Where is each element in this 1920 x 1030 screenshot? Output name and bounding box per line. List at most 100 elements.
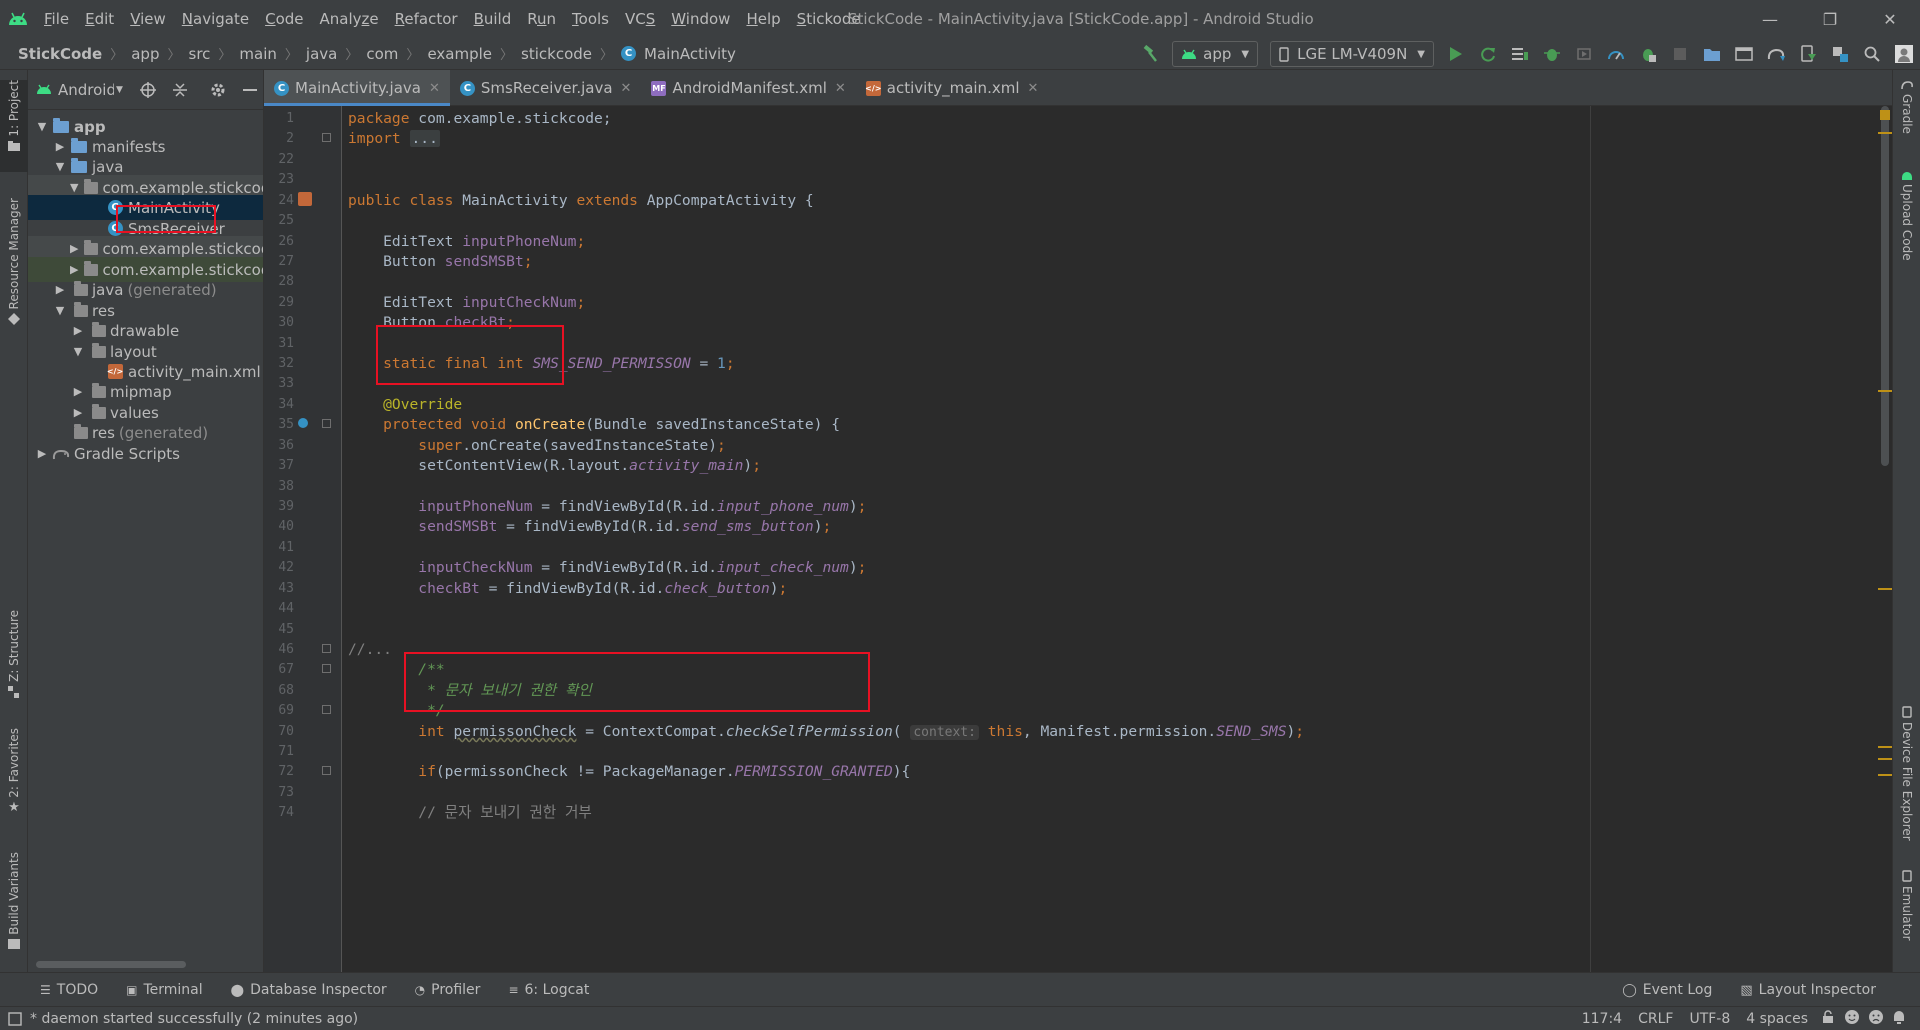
- expanded-arrow-icon[interactable]: ▼: [52, 304, 68, 317]
- debug-icon[interactable]: [1536, 38, 1568, 70]
- expanded-arrow-icon[interactable]: ▼: [70, 181, 78, 194]
- breadcrumb-item[interactable]: StickCode: [14, 45, 106, 63]
- code-line[interactable]: Button sendSMSBt;: [348, 249, 532, 274]
- expanded-arrow-icon[interactable]: ▼: [34, 120, 50, 133]
- locate-file-crosshair-icon[interactable]: [135, 77, 161, 103]
- search-icon[interactable]: [1856, 38, 1888, 70]
- collapse-all-icon[interactable]: [167, 77, 193, 103]
- bottom-tool-event-log[interactable]: ◯ Event Log: [1608, 982, 1726, 998]
- breadcrumb-item[interactable]: com: [362, 45, 402, 63]
- breadcrumb-item[interactable]: main: [235, 45, 280, 63]
- collapsed-arrow-icon[interactable]: ▶: [70, 385, 86, 398]
- breadcrumb-item[interactable]: example: [423, 45, 496, 63]
- code-editor[interactable]: 1 2 22 23 24 25 26 27 28 29 30 31 32 33 34 35 36 37 38 39 40…: [264, 106, 1892, 972]
- stop-icon[interactable]: [1664, 38, 1696, 70]
- collapsed-arrow-icon[interactable]: ▶: [70, 406, 86, 419]
- close-tab-icon[interactable]: ✕: [1028, 81, 1039, 96]
- menu-item-navigate[interactable]: Navigate: [174, 0, 257, 38]
- run-configuration-select[interactable]: app ▼: [1172, 41, 1259, 67]
- breadcrumb-item[interactable]: stickcode: [517, 45, 596, 63]
- code-line[interactable]: // 문자 보내기 권한 거부: [348, 800, 592, 825]
- collapsed-arrow-icon[interactable]: ▶: [34, 447, 50, 460]
- sync-project-icon[interactable]: [1696, 38, 1728, 70]
- chevron-down-icon[interactable]: ▼: [116, 85, 123, 95]
- expanded-arrow-icon[interactable]: ▼: [52, 160, 68, 173]
- menu-item-view[interactable]: View: [122, 0, 174, 38]
- sdk-manager-icon[interactable]: [1792, 38, 1824, 70]
- indent-setting[interactable]: 4 spaces: [1738, 1011, 1816, 1027]
- project-horizontal-scrollbar[interactable]: [36, 961, 186, 968]
- upload-code-tool-tab[interactable]: Upload Code: [1893, 172, 1920, 302]
- menu-item-edit[interactable]: Edit: [77, 0, 122, 38]
- breadcrumb-item[interactable]: app: [127, 45, 163, 63]
- menu-item-vcs[interactable]: VCS: [617, 0, 663, 38]
- error-stripe-mark[interactable]: [1878, 758, 1892, 760]
- error-stripe-mark[interactable]: [1878, 588, 1892, 590]
- code-line[interactable]: import ...: [348, 126, 440, 151]
- code-area[interactable]: package com.example.stickcode; import ...…: [342, 106, 1842, 972]
- avd-manager-icon[interactable]: [1728, 38, 1760, 70]
- hide-panel-minus-icon[interactable]: [237, 77, 263, 103]
- bottom-tool-database-inspector[interactable]: ⬤ Database Inspector: [217, 982, 401, 998]
- lock-icon[interactable]: [1816, 1010, 1840, 1028]
- bottom-tool-terminal[interactable]: ▣ Terminal: [112, 982, 217, 998]
- project-view-mode-select[interactable]: Android: [58, 81, 114, 99]
- breadcrumb-item[interactable]: src: [185, 45, 215, 63]
- device-select[interactable]: LGE LM-V409N ▼: [1270, 41, 1434, 67]
- gradle-tool-tab[interactable]: Gradle: [1893, 80, 1920, 160]
- profile-icon[interactable]: [1600, 38, 1632, 70]
- favorites-tool-tab[interactable]: 2: Favorites ★: [0, 728, 28, 824]
- collapsed-arrow-icon[interactable]: ▶: [70, 242, 78, 255]
- expanded-arrow-icon[interactable]: ▼: [70, 345, 86, 358]
- menu-item-window[interactable]: Window: [663, 0, 738, 38]
- restore-button[interactable]: ❐: [1800, 0, 1860, 38]
- make-project-hammer-icon[interactable]: [1134, 38, 1166, 70]
- code-line[interactable]: sendSMSBt = findViewById(R.id.send_sms_b…: [348, 514, 831, 539]
- code-line[interactable]: checkBt = findViewById(R.id.check_button…: [348, 576, 787, 601]
- menu-item-build[interactable]: Build: [466, 0, 520, 38]
- menu-item-run[interactable]: Run: [519, 0, 564, 38]
- bottom-tool-todo[interactable]: ☰ TODO: [26, 982, 112, 998]
- resource-manager-tool-tab[interactable]: Resource Manager: [0, 198, 28, 338]
- status-message[interactable]: * daemon started successfully (2 minutes…: [30, 1011, 358, 1027]
- line-separator[interactable]: CRLF: [1630, 1011, 1681, 1027]
- tree-node[interactable]: ▶ Gradle Scripts: [28, 441, 263, 466]
- error-stripe-mark[interactable]: [1878, 132, 1892, 134]
- fold-marker-icon[interactable]: [322, 705, 331, 714]
- layout-preview-icon[interactable]: [298, 192, 312, 206]
- menu-item-analyze[interactable]: Analyze: [312, 0, 387, 38]
- close-tab-icon[interactable]: ✕: [835, 81, 846, 96]
- device-file-explorer-tool-tab[interactable]: Device File Explorer: [1893, 706, 1920, 856]
- collapsed-arrow-icon[interactable]: ▶: [70, 263, 78, 276]
- menu-item-help[interactable]: Help: [738, 0, 788, 38]
- run-with-coverage-icon[interactable]: [1568, 38, 1600, 70]
- error-stripe-mark[interactable]: [1878, 390, 1892, 392]
- fold-marker-icon[interactable]: [322, 644, 331, 653]
- minimize-button[interactable]: —: [1740, 0, 1800, 38]
- override-method-icon[interactable]: [298, 418, 308, 428]
- close-tab-icon[interactable]: ✕: [621, 81, 632, 96]
- editor-vertical-scrollbar[interactable]: [1878, 106, 1892, 972]
- code-line[interactable]: int permissonCheck = ContextCompat.check…: [348, 719, 1304, 744]
- scrollbar-thumb[interactable]: [1881, 106, 1889, 466]
- line-number[interactable]: 74: [264, 800, 294, 825]
- file-encoding[interactable]: UTF-8: [1681, 1011, 1738, 1027]
- run-icon[interactable]: [1440, 38, 1472, 70]
- project-tool-tab[interactable]: 1: Project: [0, 80, 28, 172]
- code-line[interactable]: if(permissonCheck != PackageManager.PERM…: [348, 759, 910, 784]
- collapsed-arrow-icon[interactable]: ▶: [52, 140, 68, 153]
- caret-position[interactable]: 117:4: [1574, 1011, 1630, 1027]
- menu-item-refactor[interactable]: Refactor: [387, 0, 466, 38]
- emulator-tool-tab[interactable]: Emulator: [1893, 870, 1920, 962]
- menu-item-code[interactable]: Code: [257, 0, 311, 38]
- editor-tab[interactable]: C SmsReceiver.java ✕: [450, 70, 642, 106]
- structure-tool-tab[interactable]: Z: Structure: [0, 610, 28, 710]
- breadcrumb-item[interactable]: MainActivity: [640, 45, 740, 63]
- editor-tab[interactable]: C MainActivity.java ✕: [264, 70, 450, 106]
- smiley-feedback-icon[interactable]: [1840, 1009, 1864, 1029]
- apply-changes-restart-icon[interactable]: [1472, 38, 1504, 70]
- close-tab-icon[interactable]: ✕: [429, 81, 440, 96]
- inspection-status-icon[interactable]: [1880, 110, 1890, 120]
- toggle-tool-windows-icon[interactable]: [8, 1011, 22, 1026]
- collapsed-arrow-icon[interactable]: ▶: [70, 324, 86, 337]
